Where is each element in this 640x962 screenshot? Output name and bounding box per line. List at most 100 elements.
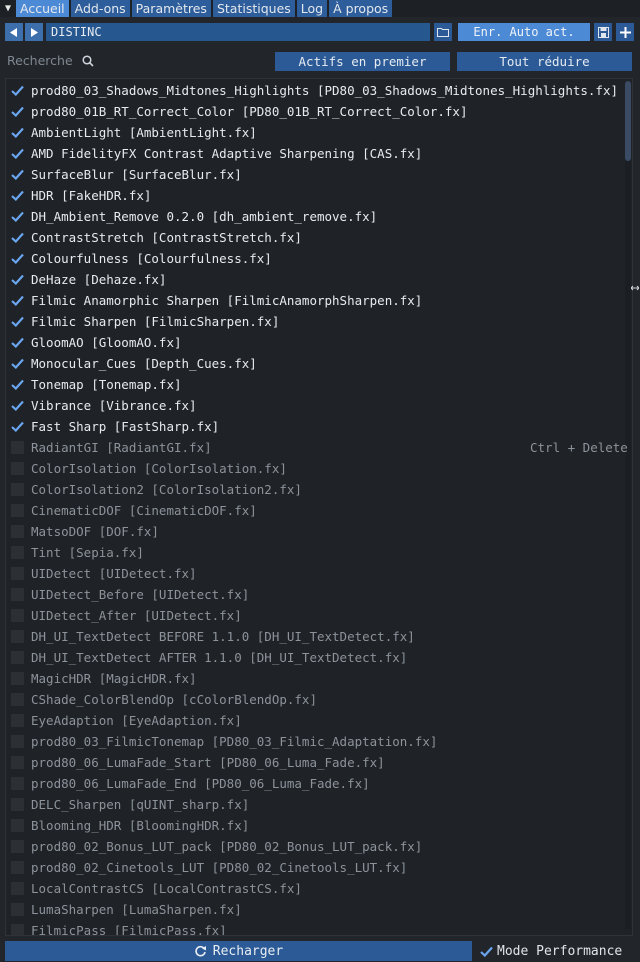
open-folder-button[interactable] [434, 23, 452, 41]
effect-row[interactable]: Vibrance [Vibrance.fx] [6, 395, 624, 416]
effect-row[interactable]: DH_UI_TextDetect BEFORE 1.1.0 [DH_UI_Tex… [6, 626, 624, 647]
effect-checkbox[interactable] [11, 252, 24, 265]
effect-checkbox[interactable] [11, 630, 24, 643]
effect-row[interactable]: DeHaze [Dehaze.fx] [6, 269, 624, 290]
effect-checkbox[interactable] [11, 840, 24, 853]
effect-row[interactable]: Filmic Anamorphic Sharpen [FilmicAnamorp… [6, 290, 624, 311]
effect-row[interactable]: Colourfulness [Colourfulness.fx] [6, 248, 624, 269]
effect-checkbox[interactable] [11, 378, 24, 391]
effect-checkbox[interactable] [11, 147, 24, 160]
effect-checkbox[interactable] [11, 210, 24, 223]
effect-checkbox[interactable] [11, 525, 24, 538]
effect-checkbox[interactable] [11, 882, 24, 895]
effect-row[interactable]: Fast Sharp [FastSharp.fx] [6, 416, 624, 437]
effect-row[interactable]: UIDetect [UIDetect.fx] [6, 563, 624, 584]
next-preset-button[interactable] [25, 23, 43, 41]
effect-checkbox[interactable] [11, 567, 24, 580]
effect-checkbox[interactable] [11, 273, 24, 286]
effect-row[interactable]: prod80_02_Cinetools_LUT [PD80_02_Cinetoo… [6, 857, 624, 878]
effect-checkbox[interactable] [11, 777, 24, 790]
effect-checkbox[interactable] [11, 798, 24, 811]
effect-checkbox[interactable] [11, 294, 24, 307]
effect-checkbox[interactable] [11, 504, 24, 517]
effect-row[interactable]: CShade_ColorBlendOp [cColorBlendOp.fx] [6, 689, 624, 710]
save-preset-button[interactable] [594, 23, 612, 41]
tab-a-propos[interactable]: À propos [329, 0, 393, 17]
effect-row[interactable]: HDR [FakeHDR.fx] [6, 185, 624, 206]
effect-checkbox[interactable] [11, 189, 24, 202]
effect-row[interactable]: Tonemap [Tonemap.fx] [6, 374, 624, 395]
effect-checkbox[interactable] [11, 609, 24, 622]
effect-checkbox[interactable] [11, 672, 24, 685]
effect-row[interactable]: Tint [Sepia.fx] [6, 542, 624, 563]
effect-checkbox[interactable] [11, 903, 24, 916]
effect-row[interactable]: Monocular_Cues [Depth_Cues.fx] [6, 353, 624, 374]
effect-checkbox[interactable] [11, 105, 24, 118]
effect-checkbox[interactable] [11, 483, 24, 496]
effect-checkbox[interactable] [11, 651, 24, 664]
scrollbar-thumb[interactable] [625, 81, 631, 161]
tab-parametres[interactable]: Paramètres [131, 0, 211, 17]
effect-checkbox[interactable] [11, 819, 24, 832]
preset-name-field[interactable]: DISTINC [46, 23, 430, 41]
effect-row[interactable]: SurfaceBlur [SurfaceBlur.fx] [6, 164, 624, 185]
effect-checkbox[interactable] [11, 336, 24, 349]
effect-row[interactable]: Blooming_HDR [BloomingHDR.fx] [6, 815, 624, 836]
effect-row[interactable]: ColorIsolation [ColorIsolation.fx] [6, 458, 624, 479]
effect-checkbox[interactable] [11, 693, 24, 706]
effect-row[interactable]: LocalContrastCS [LocalContrastCS.fx] [6, 878, 624, 899]
add-preset-button[interactable] [616, 23, 634, 41]
effect-row[interactable]: GloomAO [GloomAO.fx] [6, 332, 624, 353]
tab-statistiques[interactable]: Statistiques [212, 0, 295, 17]
tab-add-ons[interactable]: Add-ons [70, 0, 130, 17]
previous-preset-button[interactable] [5, 23, 23, 41]
effect-row[interactable]: DELC_Sharpen [qUINT_sharp.fx] [6, 794, 624, 815]
effect-checkbox[interactable] [11, 588, 24, 601]
effect-row[interactable]: LumaSharpen [LumaSharpen.fx] [6, 899, 624, 920]
performance-mode-toggle[interactable]: Mode Performance [480, 941, 622, 961]
effect-row[interactable]: EyeAdaption [EyeAdaption.fx] [6, 710, 624, 731]
effect-row[interactable]: MagicHDR [MagicHDR.fx] [6, 668, 624, 689]
effect-row[interactable]: RadiantGI [RadiantGI.fx] Ctrl + Delete [6, 437, 628, 458]
effect-checkbox[interactable] [11, 714, 24, 727]
tab-accueil[interactable]: Accueil [16, 0, 69, 17]
effect-row[interactable]: prod80_06_LumaFade_End [PD80_06_Luma_Fad… [6, 773, 624, 794]
effect-row[interactable]: AMD FidelityFX Contrast Adaptive Sharpen… [6, 143, 624, 164]
effect-row[interactable]: prod80_02_Bonus_LUT_pack [PD80_02_Bonus_… [6, 836, 624, 857]
effect-checkbox[interactable] [11, 231, 24, 244]
effect-checkbox[interactable] [11, 168, 24, 181]
active-first-button[interactable]: Actifs en premier [275, 52, 450, 71]
collapse-all-button[interactable]: Tout réduire [457, 52, 632, 71]
effect-checkbox[interactable] [11, 357, 24, 370]
effect-row[interactable]: UIDetect_Before [UIDetect.fx] [6, 584, 624, 605]
effect-row[interactable]: ColorIsolation2 [ColorIsolation2.fx] [6, 479, 624, 500]
effect-checkbox[interactable] [11, 399, 24, 412]
tab-log[interactable]: Log [296, 0, 328, 17]
effect-row[interactable]: DH_UI_TextDetect AFTER 1.1.0 [DH_UI_Text… [6, 647, 624, 668]
effect-checkbox[interactable] [11, 126, 24, 139]
effect-checkbox[interactable] [11, 735, 24, 748]
effect-checkbox[interactable] [11, 924, 24, 935]
effect-row[interactable]: prod80_03_FilmicTonemap [PD80_03_Filmic_… [6, 731, 624, 752]
effect-checkbox[interactable] [11, 84, 24, 97]
reload-button[interactable]: Recharger [5, 941, 472, 961]
effect-row[interactable]: ContrastStretch [ContrastStretch.fx] [6, 227, 624, 248]
effect-row[interactable]: Filmic Sharpen [FilmicSharpen.fx] [6, 311, 624, 332]
effect-row[interactable]: AmbientLight [AmbientLight.fx] [6, 122, 624, 143]
effect-checkbox[interactable] [11, 861, 24, 874]
effect-checkbox[interactable] [11, 315, 24, 328]
effect-row[interactable]: DH_Ambient_Remove 0.2.0 [dh_ambient_remo… [6, 206, 624, 227]
effect-checkbox[interactable] [11, 441, 24, 454]
scrollbar[interactable] [625, 81, 631, 929]
effect-row[interactable]: prod80_06_LumaFade_Start [PD80_06_Luma_F… [6, 752, 624, 773]
effect-row[interactable]: prod80_03_Shadows_Midtones_Highlights [P… [6, 80, 624, 101]
effect-list[interactable]: prod80_03_Shadows_Midtones_Highlights [P… [5, 78, 633, 936]
collapse-window-icon[interactable]: ▼ [0, 0, 16, 17]
effect-row[interactable]: MatsoDOF [DOF.fx] [6, 521, 624, 542]
search-input[interactable]: Recherche [7, 53, 73, 68]
effect-row[interactable]: CinematicDOF [CinematicDOF.fx] [6, 500, 624, 521]
effect-checkbox[interactable] [11, 546, 24, 559]
effect-row[interactable]: prod80_01B_RT_Correct_Color [PD80_01B_RT… [6, 101, 624, 122]
effect-checkbox[interactable] [11, 756, 24, 769]
effect-row[interactable]: UIDetect_After [UIDetect.fx] [6, 605, 624, 626]
